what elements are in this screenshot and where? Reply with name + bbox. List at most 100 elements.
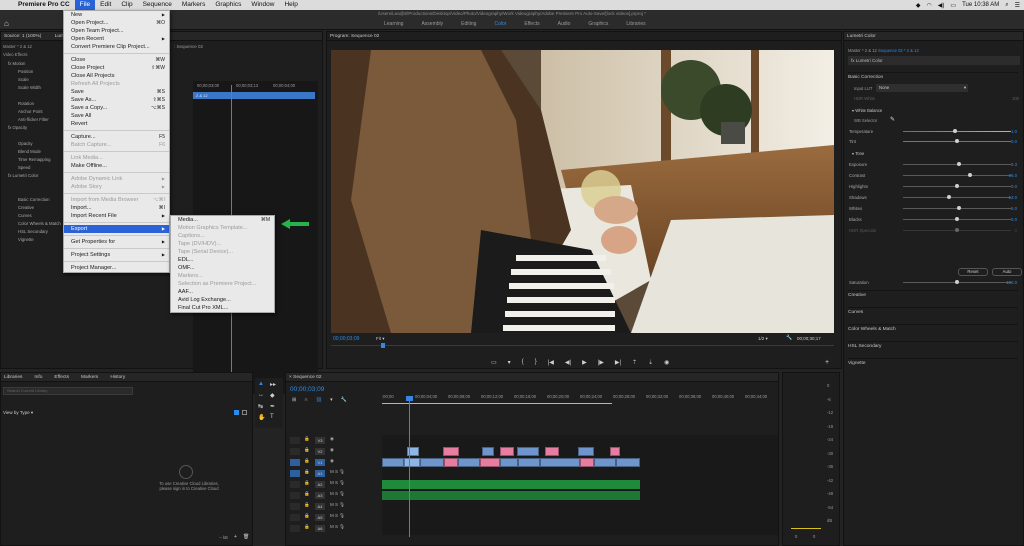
ws-learning[interactable]: Learning [375,18,412,30]
effect-row-speed[interactable]: Speed [18,164,30,172]
extract-icon[interactable]: ⇣ [648,359,653,366]
notifications-icon[interactable]: ☰ [1015,2,1020,9]
tab-history[interactable]: History [110,373,125,381]
grid-view-icon[interactable] [234,410,239,415]
file-menu-item-save-all[interactable]: Save All [64,112,169,120]
effect-row-vignette[interactable]: Vignette [18,236,34,244]
audio-clip-a2[interactable] [382,491,640,500]
file-menu-item-project-settings[interactable]: Project Settings ▶ [64,251,169,259]
battery-icon[interactable]: ▭ [950,2,956,9]
auto-button[interactable]: Auto [992,268,1022,276]
slider-shadows[interactable]: Shadows -13.0 [849,193,1017,202]
slider-value[interactable]: -13.0 [1007,193,1017,202]
clip-v1[interactable] [480,458,500,467]
file-menu-item-get-properties-for[interactable]: Get Properties for ▶ [64,238,169,246]
mark-out-icon[interactable]: } [535,359,537,366]
slider-value[interactable]: 100.0 [1006,278,1017,287]
source-patch[interactable] [290,459,300,466]
tab-effects[interactable]: Effects [54,373,69,381]
effect-row-fx-opacity[interactable]: fx Opacity [8,124,27,132]
clip-v1[interactable] [616,458,640,467]
slider-value[interactable]: 5.0 [1011,204,1017,213]
slider-knob[interactable] [952,129,957,133]
file-menu-item-capture[interactable]: Capture... F5 [64,133,169,141]
lock-icon[interactable]: 🔒 [304,447,310,453]
slider-knob[interactable] [955,280,959,284]
slip-tool-icon[interactable]: ↹ [258,403,263,410]
snap-icon[interactable]: ∩ [304,397,308,403]
pen-tool-icon[interactable]: ✒ [270,403,275,410]
section-creative[interactable]: Creative [848,290,1018,300]
track-name[interactable]: V3 [315,437,325,444]
track-name[interactable]: A6 [315,525,325,532]
meter-solo-right[interactable]: 0 [813,534,815,539]
track-name[interactable]: A3 [315,492,325,499]
clip-v2[interactable] [443,447,459,456]
file-menu-item-revert[interactable]: Revert [64,120,169,128]
file-menu-item-open-recent[interactable]: Open Recent ▶ [64,35,169,43]
eyedropper-icon[interactable]: ✎ [890,116,895,123]
clip-v2[interactable] [500,447,514,456]
ec-clip-bar[interactable]: 2 & 12 [193,92,315,99]
wifi-icon[interactable]: ◠ [927,2,932,9]
file-menu-item-convert-premiere-clip-project[interactable]: Convert Premiere Clip Project... [64,43,169,51]
effect-row-time-remapping[interactable]: Time Remapping [18,156,51,164]
home-icon[interactable]: ⌂ [4,19,13,28]
library-search-input[interactable]: Search Current Library [3,387,133,395]
list-view-icon[interactable] [242,410,247,415]
wrench-icon[interactable]: 🔧 [786,335,792,341]
tab-markers[interactable]: Markers [81,373,98,381]
lock-icon[interactable]: 🔒 [304,502,310,508]
sequence-link[interactable]: : Sequence 02 [174,44,203,49]
eye-icon[interactable]: ◉ [330,458,334,464]
source-patch[interactable] [290,470,300,477]
search-icon[interactable]: ⌕ [1005,2,1008,9]
file-menu-item-close[interactable]: Close ⌘W [64,56,169,64]
add-marker-icon[interactable]: ▾ [508,359,511,366]
clip-v1[interactable] [382,458,404,467]
add-marker-tl-icon[interactable]: ▾ [330,397,333,403]
lock-icon[interactable]: 🔒 [304,469,310,475]
lock-icon[interactable]: 🔒 [304,480,310,486]
track-name[interactable]: A1 [315,470,325,477]
slider-whites[interactable]: Whites 5.0 [849,204,1017,213]
clip-v1[interactable] [580,458,594,467]
meter-solo-left[interactable]: 0 [795,534,797,539]
ws-color[interactable]: Color [485,18,515,30]
section-basic-correction[interactable]: Basic Correction [848,72,1018,82]
white-balance-toggle[interactable]: ▾ White Balance [852,108,882,113]
resolution-dropdown[interactable]: 1/2 ▾ [758,336,768,342]
work-area-bar[interactable] [382,403,612,404]
tab-libraries[interactable]: Libraries [4,373,22,381]
input-lut-dropdown[interactable]: None ▾ [876,84,968,92]
program-header[interactable]: Program: Sequence 02 [327,32,841,41]
slider-knob[interactable] [957,162,962,166]
slider-value[interactable]: 0 [1015,226,1017,235]
clip-v1[interactable] [444,458,458,467]
lumetri-header[interactable]: Lumetri Color [844,32,1023,41]
step-back-icon[interactable]: ◀| [565,359,571,366]
volume-icon[interactable]: ◀) [938,2,945,9]
ripple-edit-icon[interactable]: ↔ [258,392,264,398]
effect-row-anchor-point[interactable]: Anchor Point [18,108,43,116]
file-menu-item-close-all-projects[interactable]: Close All Projects [64,72,169,80]
temperature-slider[interactable]: Temperature -1.0 [849,127,1017,136]
source-patch[interactable] [290,481,300,488]
lock-icon[interactable]: 🔒 [304,524,310,530]
track-name[interactable]: V1 [315,459,325,466]
menu-edit[interactable]: Edit [95,0,116,10]
view-by-dropdown[interactable]: View by Type ▾ [3,410,33,416]
slider-value[interactable]: -1.0 [1010,127,1017,136]
export-menu-item-omf[interactable]: OMF... [171,264,274,272]
playhead-handle[interactable] [406,396,413,401]
ws-graphics[interactable]: Graphics [579,18,617,30]
track-name[interactable]: A2 [315,481,325,488]
program-scrubber[interactable] [331,345,834,346]
clip-v2[interactable] [578,447,594,456]
lift-icon[interactable]: ⇡ [632,359,637,366]
file-menu-item-import-recent-file[interactable]: Import Recent File ▶ [64,212,169,220]
source-patch[interactable] [290,448,300,455]
trash-icon[interactable]: 🗑 [243,534,249,540]
slider-exposure[interactable]: Exposure 0.3 [849,160,1017,169]
effect-row-blend-mode[interactable]: Blend Mode [18,148,41,156]
